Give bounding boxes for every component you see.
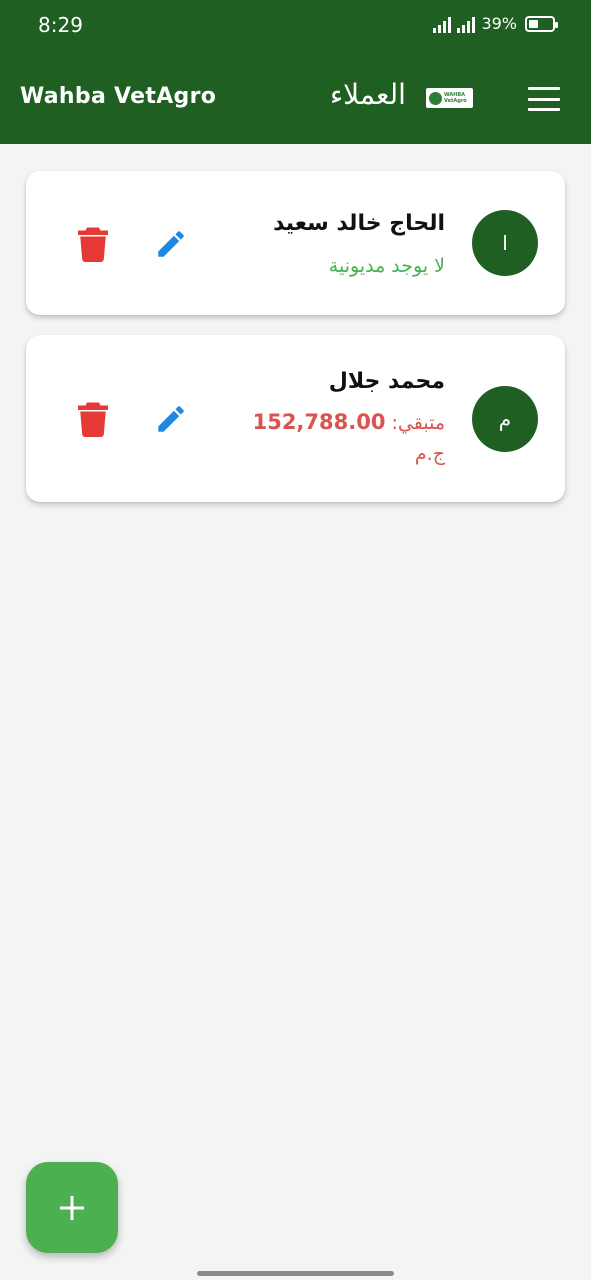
customer-name: الحاج خالد سعيد xyxy=(273,211,445,236)
remaining-label: متبقي: xyxy=(391,412,446,434)
status-time: 8:29 xyxy=(38,13,83,37)
cellular-signal-icon xyxy=(457,15,476,33)
status-icons: 39% xyxy=(433,14,558,33)
edit-button[interactable] xyxy=(154,402,188,440)
battery-percent: 39% xyxy=(481,14,517,33)
add-customer-button[interactable] xyxy=(26,1162,118,1253)
customer-card[interactable]: م محمد جلال متبقي: 152,788.00 ج.م xyxy=(26,335,565,502)
hamburger-menu-icon[interactable] xyxy=(528,87,560,111)
trash-icon xyxy=(78,227,108,262)
remaining-balance: متبقي: 152,788.00 ج.م xyxy=(245,407,445,470)
page-title: العملاء xyxy=(330,78,406,111)
app-bar: 8:29 39% Wahba VetAgro العملاء WAHBA Vet… xyxy=(0,0,591,144)
remaining-amount: 152,788.00 xyxy=(252,410,386,434)
debt-status: لا يوجد مديونية xyxy=(328,255,445,277)
customer-card[interactable]: ا الحاج خالد سعيد لا يوجد مديونية xyxy=(26,171,565,315)
plus-icon xyxy=(60,1195,84,1220)
app-brand: Wahba VetAgro xyxy=(20,84,217,109)
pencil-icon xyxy=(158,406,184,432)
globe-logo-icon xyxy=(429,91,442,105)
logo-line-2: VetAgro xyxy=(444,98,467,104)
brand-logo: WAHBA VetAgro xyxy=(426,88,473,108)
trash-icon xyxy=(78,402,108,437)
customer-name: محمد جلال xyxy=(328,369,445,394)
avatar: م xyxy=(472,386,538,452)
currency: ج.م xyxy=(414,443,445,465)
delete-button[interactable] xyxy=(78,226,108,266)
wifi-signal-icon xyxy=(433,15,452,33)
pencil-icon xyxy=(158,231,184,257)
home-indicator[interactable] xyxy=(197,1271,394,1276)
delete-button[interactable] xyxy=(78,401,108,441)
edit-button[interactable] xyxy=(154,227,188,265)
avatar: ا xyxy=(472,210,538,276)
battery-icon xyxy=(525,15,558,32)
